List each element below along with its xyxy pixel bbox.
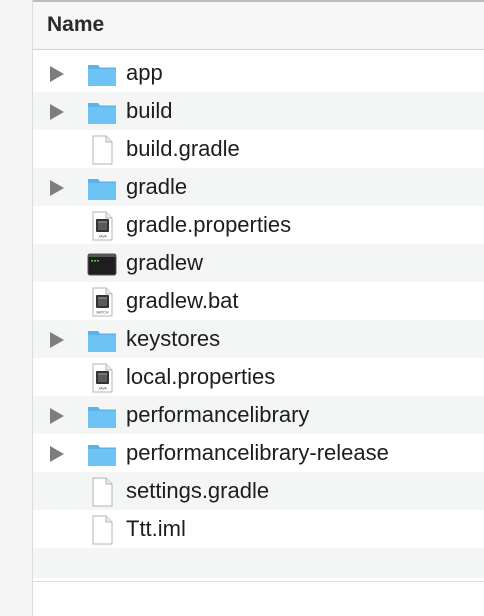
file-name: performancelibrary-release [126, 440, 389, 465]
file-name: keystores [126, 326, 221, 351]
file-row[interactable]: settings.gradle [33, 472, 484, 510]
batch-file-icon: BATCH [87, 287, 117, 317]
sidebar-edge [0, 0, 33, 616]
file-type-badge: JAVA [98, 235, 107, 239]
document-icon [87, 135, 117, 165]
file-row[interactable]: performancelibrary [33, 396, 484, 434]
file-name: gradlew.bat [126, 288, 239, 313]
file-row[interactable]: keystores [33, 320, 484, 358]
java-file-icon: JAVA [87, 211, 117, 241]
disclosure-triangle-icon[interactable] [50, 332, 64, 348]
file-name: local.properties [126, 364, 276, 389]
disclosure-triangle-icon[interactable] [50, 446, 64, 462]
file-name: performancelibrary [126, 402, 310, 427]
file-row[interactable]: build.gradle [33, 130, 484, 168]
java-file-icon: JAVA [87, 363, 117, 393]
folder-icon [87, 97, 117, 127]
file-type-badge: BATCH [97, 311, 109, 315]
disclosure-triangle-icon[interactable] [50, 180, 64, 196]
document-icon [87, 515, 117, 545]
folder-icon [87, 401, 117, 431]
document-icon [87, 477, 117, 507]
file-name: gradlew [126, 250, 204, 275]
file-row[interactable]: gradlew [33, 244, 484, 282]
folder-icon [87, 325, 117, 355]
empty-row [33, 548, 484, 578]
file-name: gradle [126, 174, 188, 199]
file-row[interactable]: BATCH gradlew.bat [33, 282, 484, 320]
file-name: build [126, 98, 173, 123]
folder-icon [87, 439, 117, 469]
file-row[interactable]: performancelibrary-release [33, 434, 484, 472]
file-row[interactable]: gradle [33, 168, 484, 206]
file-row[interactable]: JAVA gradle.properties [33, 206, 484, 244]
file-row[interactable]: Ttt.iml [33, 510, 484, 548]
column-header-bar: Name [33, 0, 484, 50]
terminal-executable-icon [87, 249, 117, 279]
file-row[interactable]: build [33, 92, 484, 130]
file-name: app [126, 60, 163, 85]
disclosure-triangle-icon[interactable] [50, 408, 64, 424]
disclosure-triangle-icon[interactable] [50, 104, 64, 120]
folder-icon [87, 59, 117, 89]
finder-window: Name app build build.gradle gradle JAVA gradl… [0, 0, 484, 616]
disclosure-triangle-icon[interactable] [50, 66, 64, 82]
file-row[interactable]: JAVA local.properties [33, 358, 484, 396]
file-name: gradle.properties [126, 212, 292, 237]
file-type-badge: JAVA [98, 387, 107, 391]
file-list: app build build.gradle gradle JAVA gradle.pro… [33, 54, 484, 578]
file-name: build.gradle [126, 136, 240, 161]
file-row[interactable]: app [33, 54, 484, 92]
folder-icon [87, 173, 117, 203]
list-bottom-divider [33, 581, 484, 582]
file-name: Ttt.iml [126, 516, 186, 541]
name-column-header[interactable]: Name [47, 13, 104, 37]
file-name: settings.gradle [126, 478, 270, 503]
